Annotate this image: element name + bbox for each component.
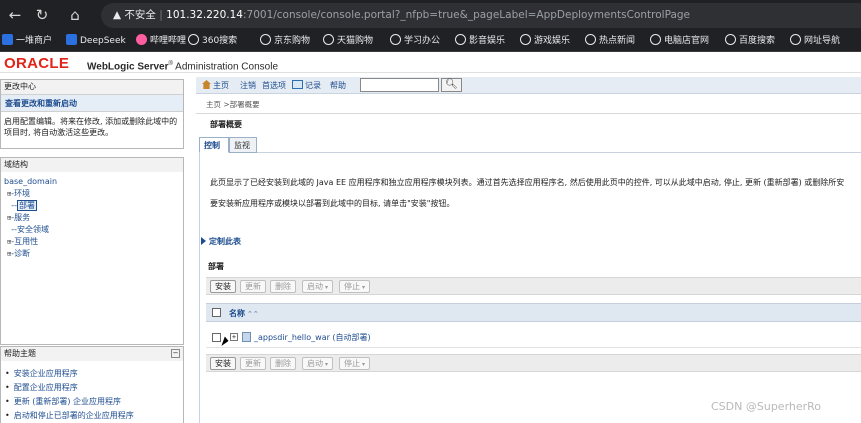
console-header: ORACLE WebLogic Server® Administration C… (0, 53, 861, 73)
toolbar-record[interactable]: 记录 (292, 80, 321, 91)
tree-node-interoperability[interactable]: ⊞-互用性 (4, 236, 180, 248)
divider (196, 113, 861, 114)
tree-root[interactable]: base_domain (4, 176, 180, 188)
reload-icon[interactable]: ↻ (33, 6, 51, 24)
table-header: 名称 ⌃⌃ (206, 303, 861, 322)
toolbar-logout[interactable]: 注销 (240, 80, 256, 91)
tree-node-security-realms[interactable]: --安全领域 (4, 224, 180, 236)
bookmark-item[interactable]: 网址导航 (790, 34, 840, 49)
expand-triangle-icon (201, 237, 206, 245)
chevron-down-icon: ▾ (325, 361, 329, 368)
install-instruction: 要安装新应用程序或模块以部署到此域中的目标, 请单击"安装"按钮。 (210, 199, 455, 208)
stop-dropdown[interactable]: 停止 ▾ (339, 357, 371, 370)
change-center-title: 更改中心 (1, 80, 183, 94)
search-input[interactable] (360, 78, 439, 92)
help-link[interactable]: 配置企业应用程序 (5, 381, 179, 395)
bookmark-item[interactable]: 一堆商户 (2, 34, 52, 49)
view-changes-link[interactable]: 查看更改和重新启动 (1, 94, 183, 112)
expand-icon[interactable]: ⊞ (7, 190, 11, 198)
tree-node-services[interactable]: ⊞-服务 (4, 212, 180, 224)
tree-node-diagnostics[interactable]: ⊞-诊断 (4, 248, 180, 260)
change-center-panel: 更改中心 查看更改和重新启动 启用配置编辑。将来在修改, 添加或删除此域中的项目… (0, 79, 184, 149)
bookmark-item[interactable]: 游戏娱乐 (520, 34, 570, 49)
delete-button[interactable]: 删除 (270, 357, 296, 370)
update-button[interactable]: 更新 (240, 357, 266, 370)
chevron-down-icon: ▾ (362, 361, 366, 368)
toolbar-preferences[interactable]: 首选项 (262, 80, 286, 91)
help-topics-panel: 帮助主题 − 安装企业应用程序 配置企业应用程序 更新 (重新部署) 企业应用程序… (0, 346, 184, 423)
domain-structure-title: 域结构 (1, 158, 183, 172)
address-bar[interactable]: ▲ 不安全 | 101.32.220.14:7001/console/conso… (101, 3, 861, 28)
bookmark-item[interactable]: 京东购物 (260, 34, 310, 49)
product-title: WebLogic Server® Administration Console (87, 61, 278, 73)
domain-structure-panel: 域结构 base_domain ⊞-环境 -- 部署 ⊞-服务 --安全领域 ⊞-… (0, 157, 184, 345)
chevron-down-icon: ▾ (362, 284, 366, 291)
bookmark-item[interactable]: 热点新闻 (585, 34, 635, 49)
help-link[interactable]: 启动和停止已部署的企业应用程序 (5, 409, 179, 423)
start-dropdown[interactable]: 启动 ▾ (302, 357, 334, 370)
deployments-label: 部署 (208, 262, 224, 271)
install-button[interactable]: 安装 (210, 357, 236, 370)
delete-button[interactable]: 删除 (270, 280, 296, 293)
page-title: 部署概要 (210, 120, 242, 129)
bookmark-item[interactable]: 360搜索 (188, 34, 237, 49)
collapse-icon[interactable]: − (171, 349, 180, 358)
help-link[interactable]: 安装企业应用程序 (5, 367, 179, 381)
console-page: ORACLE WebLogic Server® Administration C… (0, 53, 861, 423)
bookmark-item[interactable]: DeepSeek (66, 34, 126, 49)
search-button[interactable]: 🔍︎ (441, 78, 462, 92)
tab-control[interactable]: 控制 (199, 137, 229, 153)
stop-dropdown[interactable]: 停止 ▾ (339, 280, 371, 293)
tab-monitoring[interactable]: 监视 (229, 137, 257, 153)
bookmarks-bar: 一堆商户 DeepSeek 哔哩哔哩 360搜索 京东购物 天猫购物 学习办公 … (0, 31, 861, 52)
table-row: + _appsdir_hello_war (自动部署) (206, 328, 861, 348)
help-link[interactable]: 更新 (重新部署) 企业应用程序 (5, 395, 179, 409)
application-icon (242, 332, 251, 342)
home-icon (202, 80, 211, 89)
chevron-down-icon: ▾ (325, 284, 329, 291)
bookmark-item[interactable]: 哔哩哔哩 (136, 34, 186, 49)
expand-icon[interactable]: ⊞ (7, 250, 11, 258)
select-all-checkbox[interactable] (212, 308, 221, 317)
bookmark-item[interactable]: 百度搜索 (725, 34, 775, 49)
expand-icon[interactable]: + (230, 333, 238, 341)
tree-node-deployments[interactable]: -- 部署 (4, 200, 180, 212)
table-button-bar-bottom: 安装 更新 删除 启动 ▾ 停止 ▾ (206, 354, 861, 372)
expand-icon[interactable]: ⊞ (7, 238, 11, 246)
customize-table-link[interactable]: 定制此表 (201, 236, 241, 247)
help-topics-title: 帮助主题 (4, 349, 36, 358)
search-icon: 🔍︎ (445, 79, 458, 90)
browser-toolbar: ← ↻ ⌂ ▲ 不安全 | 101.32.220.14:7001/console… (0, 0, 861, 31)
expand-icon[interactable]: ⊞ (7, 214, 11, 222)
bookmark-item[interactable]: 学习办公 (390, 34, 440, 49)
toolbar-home[interactable]: 主页 (202, 80, 229, 91)
warning-icon: ▲ (113, 9, 125, 21)
record-icon (292, 80, 303, 89)
home-icon[interactable]: ⌂ (66, 6, 84, 24)
url-path: :7001/console/console.portal?_nfpb=true&… (242, 9, 690, 21)
url-host: 101.32.220.14 (166, 9, 243, 21)
table-button-bar: 安装 更新 删除 启动 ▾ 停止 ▾ (206, 277, 861, 295)
bookmark-item[interactable]: 天猫购物 (323, 34, 373, 49)
bookmark-item[interactable]: 电脑店官网 (650, 34, 709, 49)
security-label: 不安全 (124, 9, 156, 21)
change-center-text: 启用配置编辑。将来在修改, 添加或删除此域中的项目时, 将自动激活这些更改。 (4, 117, 178, 137)
bookmark-item[interactable]: 影音娱乐 (455, 34, 505, 49)
sort-icon: ⌃⌃ (247, 310, 259, 318)
tree-node-environment[interactable]: ⊞-环境 (4, 188, 180, 200)
row-checkbox[interactable] (212, 333, 221, 342)
console-toolbar: 主页 注销 首选项 记录 帮助 (196, 77, 861, 94)
column-name-header[interactable]: 名称 ⌃⌃ (229, 308, 259, 319)
toolbar-help[interactable]: 帮助 (330, 80, 346, 91)
page-description: 此页显示了已经安装到此域的 Java EE 应用程序和独立应用程序模块列表。通过… (210, 178, 845, 187)
breadcrumb[interactable]: 主页 >部署概要 (206, 99, 260, 110)
install-button[interactable]: 安装 (210, 280, 236, 293)
oracle-logo: ORACLE (4, 55, 70, 72)
watermark: CSDN @SuperherRo (711, 400, 822, 413)
domain-tree: base_domain ⊞-环境 -- 部署 ⊞-服务 --安全领域 ⊞-互用性 … (1, 172, 183, 264)
deployment-name-link[interactable]: _appsdir_hello_war (自动部署) (254, 332, 371, 343)
update-button[interactable]: 更新 (240, 280, 266, 293)
arrow-left-icon[interactable]: ← (6, 6, 24, 24)
start-dropdown[interactable]: 启动 ▾ (302, 280, 334, 293)
